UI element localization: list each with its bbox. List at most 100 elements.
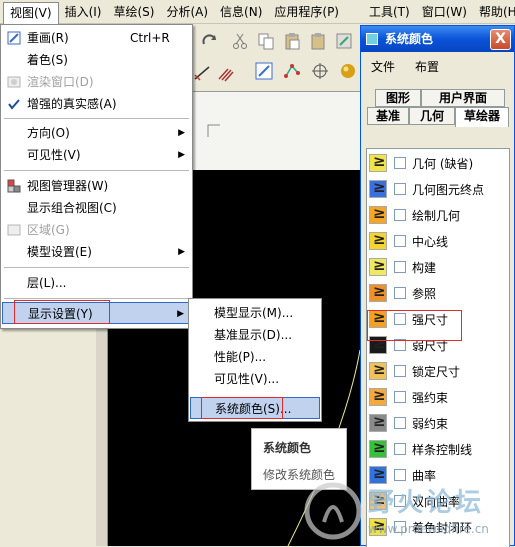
paste-special-icon[interactable] [308,31,328,51]
menu-analysis[interactable]: 分析(A) [160,2,214,22]
submenu-arrow-icon: ▶ [178,247,185,257]
color-row[interactable]: 几何 (缺省) [366,152,504,175]
menubar-right: 工具(T) 窗口(W) 帮助(H) [363,0,515,24]
color-label: 强约束 [412,391,449,405]
color-row[interactable]: 构建 [366,256,504,279]
menu-item-combined-view[interactable]: 显示组合视图(C) [2,197,191,219]
submenu-arrow-icon: ▶ [178,150,185,160]
menu-view[interactable]: 视图(V) [3,1,59,24]
color-row[interactable]: 参照 [366,282,504,305]
tab-graphics[interactable]: 图形 [375,89,421,107]
color-checkbox[interactable] [394,183,406,195]
shading-sphere-icon[interactable] [338,61,358,81]
color-checkbox[interactable] [394,235,406,247]
color-label: 构建 [412,261,437,275]
watermark-logo-icon [304,482,362,540]
color-swatch-button[interactable] [369,256,387,276]
menu-item-view-manager[interactable]: 视图管理器(W) [2,175,191,197]
separator [4,170,189,171]
menu-item-model-display[interactable]: 模型显示(M)... [190,302,320,324]
sketch-view-icon[interactable] [254,61,274,81]
highlight-box-weak-dimension [367,310,462,341]
menu-item-shade[interactable]: 着色(S) [2,49,191,71]
color-swatch-button[interactable] [369,230,387,250]
menu-item-label: 基准显示(D)... [214,328,293,342]
color-swatch-button[interactable] [369,282,387,302]
tab-sketcher[interactable]: 草绘器 [455,107,509,127]
menu-item-label: 区域(G) [27,223,70,237]
menu-item-performance[interactable]: 性能(P)... [190,346,320,368]
tab-datum[interactable]: 基准 [367,107,409,125]
menu-item-visibility[interactable]: 可见性(V) ▶ [2,144,191,166]
color-checkbox[interactable] [394,209,406,221]
spin-center-icon[interactable] [310,61,330,81]
color-checkbox[interactable] [394,287,406,299]
menu-item-layers[interactable]: 层(L)... [2,272,191,294]
color-row[interactable]: 样条控制线 [366,438,504,461]
datum-points-icon[interactable] [282,61,302,81]
menu-item-enhanced-realism[interactable]: 增强的真实感(A) [2,93,191,115]
menu-sketch[interactable]: 草绘(S) [107,2,160,22]
watermark-url: www.proewildfire.cn [368,522,489,536]
menu-item-label: 视图管理器(W) [27,179,109,193]
color-swatch-button[interactable] [369,178,387,198]
menu-item-region: 区域(G) [2,219,191,241]
copy-icon[interactable] [256,31,276,51]
color-label: 绘制几何 [412,209,461,223]
close-button[interactable]: X [490,29,511,50]
paste-icon[interactable] [282,31,302,51]
highlight-box-system-colors [201,397,283,419]
color-checkbox[interactable] [394,443,406,455]
regenerate-icon[interactable] [334,31,354,51]
menu-tools[interactable]: 工具(T) [363,2,416,22]
hatch-icon[interactable] [216,63,236,83]
color-checkbox[interactable] [394,417,406,429]
menu-applications[interactable]: 应用程序(P) [268,2,345,22]
dialog-menubar: 文件 布置 [361,56,449,78]
menu-item-visibility-settings[interactable]: 可见性(V)... [190,368,320,390]
color-row[interactable]: 弱约束 [366,412,504,435]
color-row[interactable]: 强约束 [366,386,504,409]
tab-geometry[interactable]: 几何 [409,107,455,125]
menu-item-label: 方向(O) [27,126,70,140]
redo-icon[interactable] [200,31,220,51]
separator [4,118,189,119]
dialog-titlebar[interactable]: 系统颜色 X [361,26,514,52]
menu-item-repaint[interactable]: 重画(R) Ctrl+R [2,27,191,49]
color-swatch-button[interactable] [369,438,387,458]
menu-help[interactable]: 帮助(H) [473,2,515,22]
color-row[interactable]: 锁定尺寸 [366,360,504,383]
color-swatch-button[interactable] [369,152,387,172]
color-swatch-button[interactable] [369,386,387,406]
menu-insert[interactable]: 插入(I) [59,2,108,22]
cut-icon[interactable] [230,31,250,51]
color-checkbox[interactable] [394,261,406,273]
menu-window[interactable]: 窗口(W) [416,2,473,22]
submenu-arrow-icon: ▶ [177,309,184,319]
color-checkbox[interactable] [394,157,406,169]
repaint-icon [7,31,21,45]
menu-item-label: 重画(R) [27,31,69,45]
color-label: 弱约束 [412,417,449,431]
color-checkbox[interactable] [394,365,406,377]
menu-file[interactable]: 文件 [361,56,405,78]
color-row[interactable]: 绘制几何 [366,204,504,227]
menu-item-orientation[interactable]: 方向(O) ▶ [2,122,191,144]
color-label: 锁定尺寸 [412,365,461,379]
sketch-tool-icon[interactable] [192,63,212,83]
render-window-icon [7,76,21,88]
menu-info[interactable]: 信息(N) [214,2,268,22]
tab-user-interface[interactable]: 用户界面 [421,89,505,107]
shortcut-label: Ctrl+R [130,31,170,45]
color-swatch-button[interactable] [369,360,387,380]
menu-layout[interactable]: 布置 [405,56,449,78]
menu-item-datum-display[interactable]: 基准显示(D)... [190,324,320,346]
color-swatch-button[interactable] [369,204,387,224]
color-checkbox[interactable] [394,391,406,403]
color-row[interactable]: 中心线 [366,230,504,253]
color-swatch-button[interactable] [369,412,387,432]
menu-item-label: 模型设置(E) [27,245,92,259]
menu-item-render-window: 渲染窗口(D) [2,71,191,93]
color-row[interactable]: 几何图元终点 [366,178,504,201]
menu-item-model-setup[interactable]: 模型设置(E) ▶ [2,241,191,263]
